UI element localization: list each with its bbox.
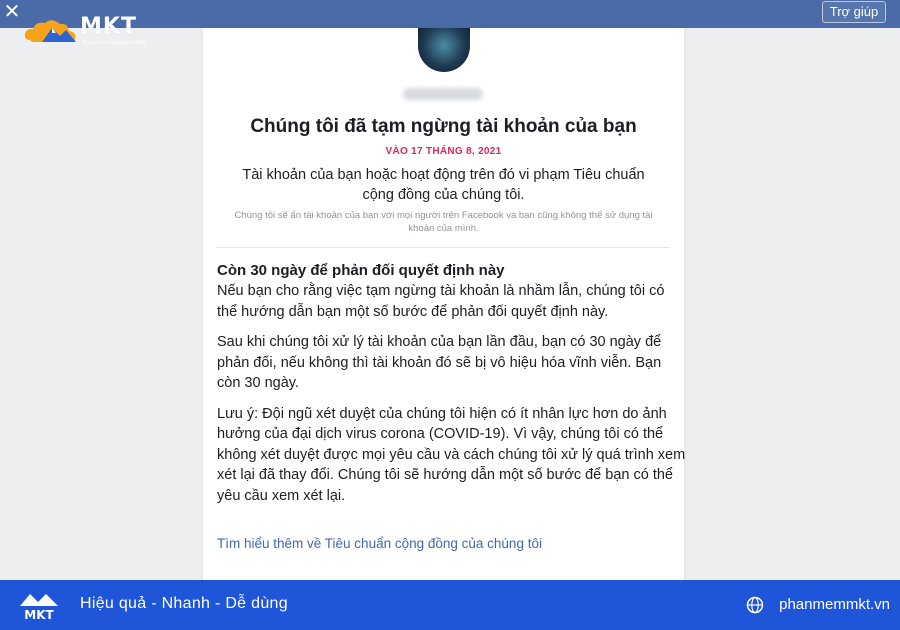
divider	[217, 247, 670, 248]
suspension-date: VÀO 17 THÁNG 8, 2021	[385, 146, 502, 157]
watermark-tagline: Phần mềm Marketing 0 đồng	[82, 40, 147, 46]
profile-avatar	[418, 28, 470, 72]
cloud-logo-icon	[24, 20, 76, 42]
mkt-logo: MKT	[14, 586, 64, 626]
suspension-card: Chúng tôi đã tạm ngừng tài khoản của bạn…	[203, 28, 687, 588]
appeal-paragraph-2: Sau khi chúng tôi xử lý tài khoản của bạ…	[217, 334, 662, 391]
suspension-note: Chúng tôi sẽ ẩn tài khoản của bạn với mọ…	[234, 210, 653, 234]
appeal-paragraph-1: Nếu bạn cho rằng việc tạm ngừng tài khoả…	[217, 283, 665, 320]
mkt-watermark-logo: MKT Phần mềm Marketing 0 đồng	[22, 14, 152, 50]
appeal-section: Còn 30 ngày để phản đối quyết định này N…	[217, 262, 687, 506]
banner-slogan: Hiệu quả - Nhanh - Dễ dùng	[80, 595, 288, 612]
banner-website[interactable]: phanmemmkt.vn	[779, 596, 890, 613]
watermark-brand: MKT	[80, 14, 137, 39]
banner-brand: MKT	[24, 608, 54, 622]
appeal-heading: Còn 30 ngày để phản đối quyết định này	[217, 262, 505, 279]
appeal-paragraph-3: Lưu ý: Đội ngũ xét duyệt của chúng tôi h…	[217, 405, 686, 504]
help-button[interactable]: Trợ giúp	[822, 1, 886, 23]
bottom-banner: MKT Hiệu quả - Nhanh - Dễ dùng phanmemmk…	[0, 580, 900, 630]
close-icon[interactable]: ✕	[2, 1, 22, 23]
learn-more-link[interactable]: Tìm hiểu thêm về Tiêu chuẩn cộng đồng củ…	[217, 536, 542, 551]
blurred-profile-name	[403, 88, 483, 100]
page-title: Chúng tôi đã tạm ngừng tài khoản của bạn	[250, 116, 637, 137]
globe-icon	[746, 596, 764, 614]
suspension-description: Tài khoản của bạn hoặc hoạt động trên đó…	[242, 167, 645, 203]
mkt-logo-icon: MKT	[20, 594, 58, 622]
